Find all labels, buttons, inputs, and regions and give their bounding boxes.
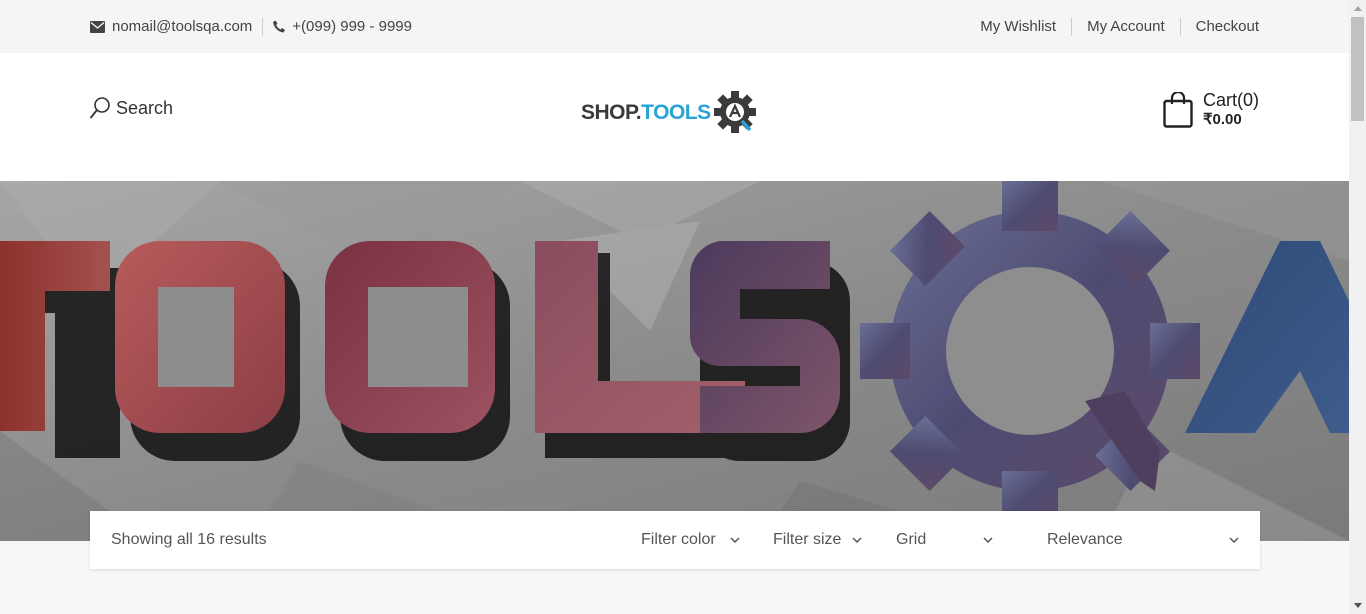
- envelope-icon: [90, 20, 105, 33]
- chevron-down-icon: [983, 537, 993, 543]
- cart-total: ₹0.00: [1203, 111, 1242, 128]
- arrow-down-icon: [1353, 603, 1362, 608]
- phone-text: +(099) 999 - 9999: [292, 18, 412, 35]
- search-icon: [89, 97, 110, 119]
- filter-color-label: Filter color: [641, 531, 716, 548]
- chevron-down-icon: [1229, 537, 1239, 543]
- scroll-down-arrow[interactable]: [1349, 597, 1366, 614]
- shopping-bag-icon: [1163, 92, 1193, 128]
- scroll-up-arrow[interactable]: [1349, 0, 1366, 17]
- chevron-down-icon: [730, 537, 740, 543]
- filter-size-label: Filter size: [773, 531, 842, 548]
- divider: [1071, 17, 1073, 36]
- account-links: My Wishlist My Account Checkout: [980, 0, 1259, 53]
- cart-label: Cart(0): [1203, 90, 1260, 110]
- my-account-link[interactable]: My Account: [1087, 18, 1165, 35]
- divider: [262, 17, 264, 36]
- filter-size-dropdown[interactable]: Filter size: [773, 531, 868, 549]
- filter-color-dropdown[interactable]: Filter color: [641, 531, 746, 549]
- checkout-link[interactable]: Checkout: [1196, 18, 1259, 35]
- logo-text-tools: TOOLS: [641, 101, 711, 124]
- scroll-thumb[interactable]: [1351, 17, 1364, 121]
- logo-text-shop: SHOP.: [581, 101, 642, 124]
- page-scrollbar[interactable]: [1349, 0, 1366, 614]
- email-text: nomail@toolsqa.com: [112, 18, 253, 35]
- chevron-down-icon: [852, 537, 862, 543]
- my-wishlist-link[interactable]: My Wishlist: [980, 18, 1056, 35]
- email-contact[interactable]: nomail@toolsqa.com: [90, 18, 252, 35]
- phone-contact[interactable]: +(099) 999 - 9999: [273, 18, 412, 35]
- view-mode-label: Grid: [896, 531, 927, 548]
- results-count: Showing all 16 results: [111, 531, 267, 548]
- search-toggle[interactable]: Search: [89, 96, 173, 120]
- contact-info: nomail@toolsqa.com +(099) 999 - 9999: [90, 0, 412, 53]
- shop-toolbar: Showing all 16 results Filter color Filt…: [90, 511, 1260, 569]
- divider: [1179, 17, 1181, 36]
- view-mode-dropdown[interactable]: Grid: [896, 531, 996, 549]
- phone-icon: [273, 20, 286, 33]
- hero-banner: [0, 181, 1349, 541]
- search-label: Search: [116, 97, 174, 118]
- cart-widget[interactable]: Cart(0) ₹0.00: [1163, 90, 1259, 130]
- banner-image: [0, 181, 1349, 541]
- site-logo[interactable]: SHOP. TOOLS: [581, 91, 759, 135]
- site-header: Search SHOP. TOOLS Cart(0) ₹0.00: [0, 53, 1349, 181]
- arrow-up-icon: [1353, 6, 1362, 11]
- gear-logo-icon: [713, 91, 756, 133]
- sort-label: Relevance: [1047, 531, 1123, 548]
- top-bar: nomail@toolsqa.com +(099) 999 - 9999 My …: [0, 0, 1349, 53]
- sort-dropdown[interactable]: Relevance: [1047, 531, 1242, 549]
